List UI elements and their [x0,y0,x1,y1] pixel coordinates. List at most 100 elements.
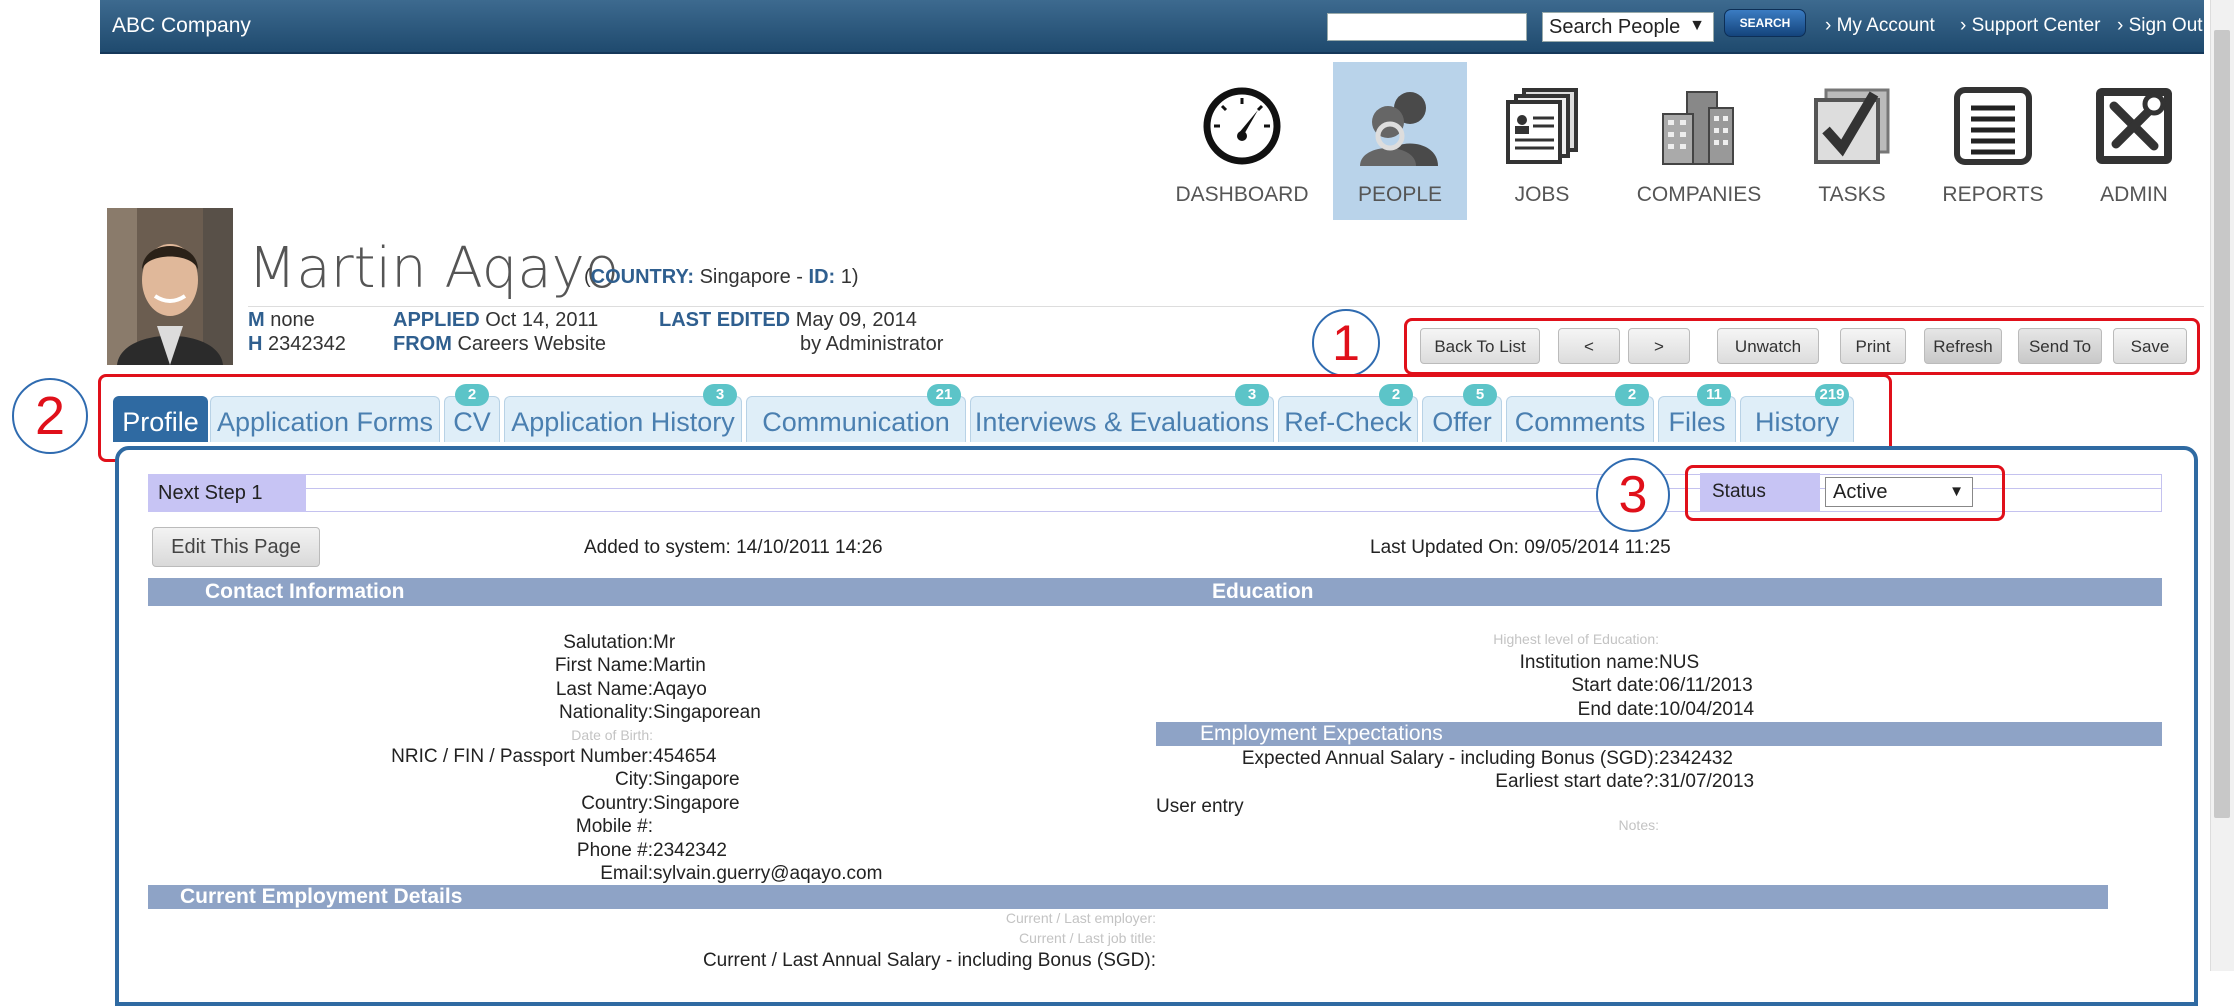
expectations-section-title: Employment Expectations [1156,722,2162,746]
tab-badge: 11 [1697,384,1731,406]
module-jobs[interactable]: JOBS [1475,62,1609,220]
tab-label: Application History [511,407,735,437]
module-tasks[interactable]: TASKS [1785,62,1919,220]
refresh-button[interactable]: Refresh [1924,328,2002,364]
tab-offer[interactable]: Offer 5 [1422,384,1502,442]
m-label: M [248,309,265,331]
field-value: Singapore [653,793,740,814]
support-center-link[interactable]: › Support Center [1960,15,2100,37]
next-step-label: Next Step 1 [148,474,306,512]
previous-button[interactable]: < [1558,328,1620,364]
institution-field: Institution name: NUS [1520,652,1700,674]
city-field: City: Singapore [615,769,740,791]
tab-files[interactable]: Files 11 [1658,384,1736,442]
tab-communication[interactable]: Communication 21 [746,384,966,442]
field-value: 06/11/2013 [1659,675,1753,696]
field-value: 31/07/2013 [1659,771,1755,792]
mobile-summary: M none [248,309,315,332]
tab-application-forms[interactable]: Application Forms [210,396,440,442]
print-button[interactable]: Print [1840,328,1906,364]
employment-section-title: Current Employment Details [148,885,2108,909]
buildings-icon [1662,91,1734,165]
search-type-select[interactable]: Search People ▼ [1542,12,1714,42]
tab-ref-check[interactable]: Ref-Check 2 [1278,384,1418,442]
scrollbar-thumb[interactable] [2214,30,2230,818]
field-value: Martin [653,655,706,676]
nric-field: NRIC / FIN / Passport Number: 454654 [391,746,716,768]
tab-cv[interactable]: CV 2 [444,384,500,442]
tab-label: Comments [1514,407,1646,437]
field-label: Nationality: [559,702,653,723]
tab-history[interactable]: History 219 [1740,384,1854,442]
dob-field-label: Date of Birth: [571,727,653,743]
module-reports[interactable]: REPORTS [1926,62,2060,220]
tab-badge: 5 [1463,384,1497,406]
salutation-field: Salutation: Mr [563,632,675,654]
tab-label: Application Forms [216,407,434,437]
tab-badge: 2 [1615,384,1649,406]
id-value: 1 [840,266,852,288]
tab-badge: 2 [455,384,489,406]
tab-badge: 21 [927,384,961,406]
first-name-field: First Name: Martin [555,655,706,677]
status-value: Active [1833,481,1888,503]
module-label: PEOPLE [1357,183,1443,206]
last-updated: Last Updated On: 09/05/2014 11:25 [1370,537,1671,558]
current-employer-label: Current / Last employer: [1005,910,1156,926]
module-people[interactable]: PEOPLE [1333,62,1467,220]
field-value: 2342432 [1659,748,1733,769]
avatar [107,208,233,365]
tab-label: CV [453,407,491,437]
tab-label: Offer [1432,407,1492,437]
annotation-marker-2: 2 [12,378,88,454]
caret-down-icon: ▼ [1689,17,1705,34]
tab-label: Interviews & Evaluations [974,407,1270,437]
from-value: Careers Website [457,333,607,355]
field-label: Start date: [1571,675,1659,696]
unwatch-button[interactable]: Unwatch [1717,328,1819,364]
tab-badge: 3 [703,384,737,406]
email-field: Email: sylvain.guerry@aqayo.com [600,863,882,885]
status-label: Status [1700,473,1820,511]
my-account-link[interactable]: › My Account [1825,15,1935,37]
last-name-field: Last Name: Aqayo [556,679,707,701]
applied-value: Oct 14, 2011 [485,309,599,331]
annotation-marker-1: 1 [1312,309,1380,377]
contact-section-title: Contact Information [205,580,405,603]
tab-badge: 3 [1235,384,1269,406]
tab-application-history[interactable]: Application History 3 [504,384,742,442]
education-level-label: Highest level of Education: [1493,631,1659,647]
sign-out-link[interactable]: › Sign Out [2117,15,2203,37]
edited-by: by Administrator [800,333,944,355]
people-icon [1360,92,1438,166]
tab-comments[interactable]: Comments 2 [1506,384,1654,442]
country-value: Singapore [699,266,791,288]
last-edited-summary: LAST EDITED May 09, 2014 [659,309,917,332]
module-dashboard[interactable]: DASHBOARD [1175,62,1309,220]
search-button[interactable]: SEARCH [1724,9,1806,37]
field-label: End date: [1577,699,1659,720]
next-button[interactable]: > [1628,328,1690,364]
field-value: Singaporean [653,702,761,723]
module-companies[interactable]: COMPANIES [1630,62,1768,220]
status-select[interactable]: Active ▼ [1825,477,1973,507]
education-section-title: Education [1212,580,1314,603]
notes-label: Notes: [1618,817,1659,833]
field-value: Aqayo [653,679,707,700]
back-to-list-button[interactable]: Back To List [1420,328,1540,364]
m-value: none [270,309,315,331]
caret-down-icon: ▼ [1949,483,1964,500]
tab-label: Ref-Check [1284,407,1412,437]
section-bar-top [148,578,2162,606]
module-admin[interactable]: ADMIN [2067,62,2201,220]
earliest-start-field: Earliest start date?: 31/07/2013 [1495,771,1755,793]
send-to-button[interactable]: Send To [2018,328,2102,364]
tab-badge: 2 [1379,384,1413,406]
save-button[interactable]: Save [2113,328,2187,364]
module-label: REPORTS [1942,183,2044,206]
tab-interviews-evaluations[interactable]: Interviews & Evaluations 3 [970,384,1274,442]
edit-page-button[interactable]: Edit This Page [152,527,320,567]
nationality-field: Nationality: Singaporean [559,702,761,724]
tab-profile[interactable]: Profile [113,396,208,442]
search-input[interactable] [1327,13,1527,41]
